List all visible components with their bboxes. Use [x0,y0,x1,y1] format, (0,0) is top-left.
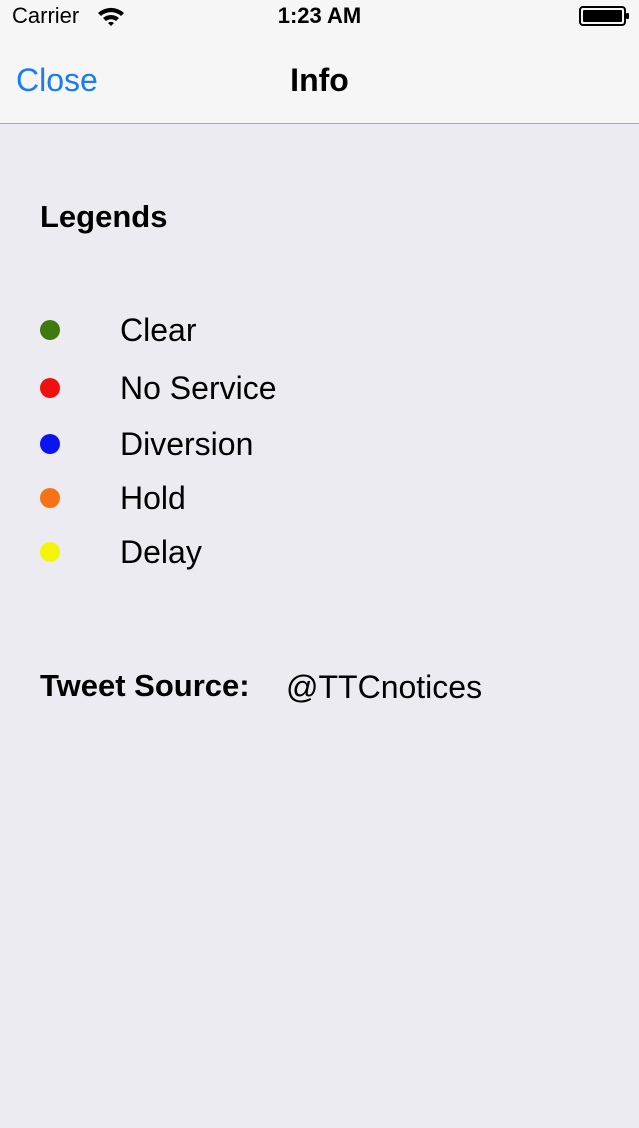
blue-dot-icon [40,434,60,454]
tweet-source-value: @TTCnotices [286,669,483,705]
tweet-source-label: Tweet Source: [40,668,250,703]
page-title: Info [290,62,349,98]
legend-item-clear: Clear [0,310,639,350]
legend-item-delay: Delay [0,532,639,572]
top-bar: Carrier 1:23 AM Close Info [0,0,639,124]
yellow-dot-icon [40,542,60,562]
orange-dot-icon [40,488,60,508]
red-dot-icon [40,378,60,398]
legend-item-hold: Hold [0,478,639,518]
legend-item-diversion: Diversion [0,424,639,464]
status-time: 1:23 AM [277,3,362,28]
legend-label: Hold [120,480,186,516]
navigation-bar: Close Info [0,40,639,123]
green-dot-icon [40,320,60,340]
legends-heading: Legends [40,199,168,234]
battery-icon [579,6,629,26]
legend-label: No Service [120,370,277,406]
legend-label: Diversion [120,426,254,462]
status-bar: Carrier 1:23 AM [0,0,639,36]
legend-label: Clear [120,312,197,348]
legend-label: Delay [120,534,202,570]
legend-item-no-service: No Service [0,368,639,408]
